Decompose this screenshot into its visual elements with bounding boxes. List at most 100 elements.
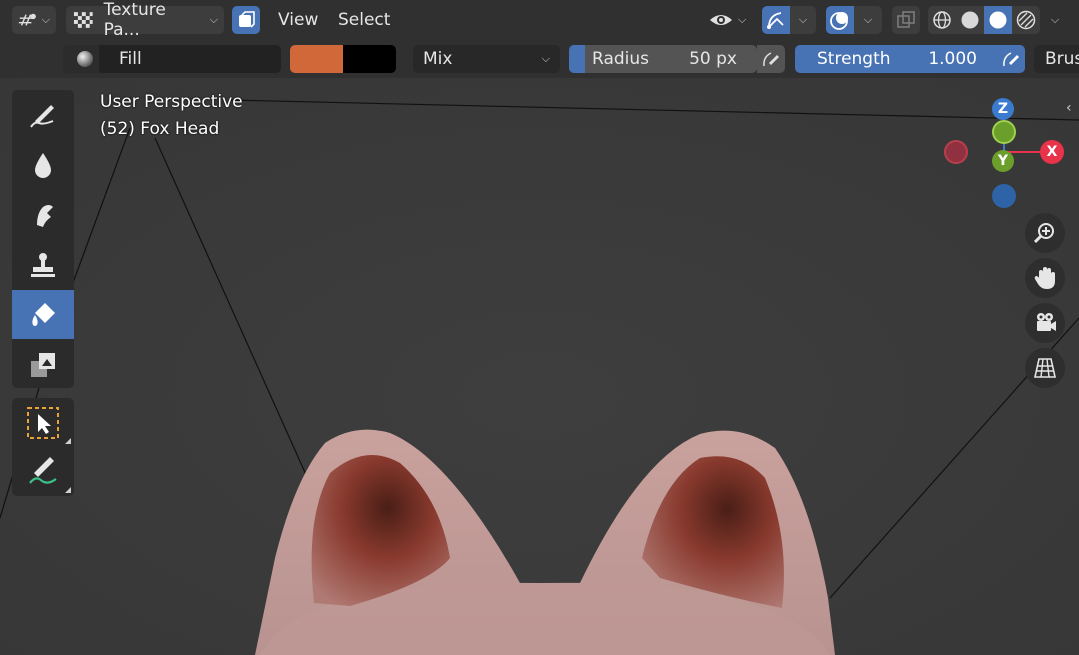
select-box-icon [27,406,59,439]
perspective-label: User Perspective [100,92,243,112]
soften-icon [35,152,51,178]
fill-bucket-icon [32,302,55,326]
brush-settings-dropdown[interactable]: Brus [1034,45,1079,73]
pan-button[interactable] [1025,258,1065,298]
gizmo-icon [767,12,784,29]
solid-sphere-icon [961,11,979,29]
strength-slider[interactable]: Strength 1.000 [795,45,997,73]
rendered-sphere-icon [1016,10,1036,30]
z-axis-ball[interactable]: Z [992,98,1014,120]
draw-tool[interactable] [12,90,74,139]
brush-selector[interactable]: Fill [63,45,281,73]
chevron-down-icon: ⌵ [1050,13,1060,26]
chevron-down-icon: ⌵ [41,13,50,26]
brush-settings-label: Brus [1045,49,1079,69]
clone-tool[interactable] [12,240,74,289]
chevron-down-icon: ⌵ [798,13,808,26]
pen-pressure-icon [763,52,779,67]
paint-tools-group [12,90,74,388]
shading-mode-group [928,6,1040,34]
negative-y-axis-ball[interactable] [992,120,1016,144]
mode-label: Texture Pa... [103,0,166,40]
chevron-down-icon: ⌵ [209,13,218,26]
material-sphere-icon [989,11,1007,29]
soften-tool[interactable] [12,140,74,189]
visibility-dropdown[interactable]: ⌵ [708,6,752,34]
mask-tool[interactable] [12,340,74,389]
expand-corner-icon [65,487,71,493]
secondary-color-swatch[interactable] [343,45,396,73]
navigation-gizmo[interactable]: Z Y X [940,94,1070,214]
viewport-header: ⌵ Texture Pa... ⌵ View Select ⌵ ⌵ ⌵ ⌵ [0,0,1079,40]
smear-icon [37,204,53,227]
camera-icon [1037,313,1056,331]
xray-toggle[interactable] [892,6,920,34]
solid-shading-button[interactable] [956,6,984,34]
select-box-tool[interactable] [12,398,74,447]
x-axis-ball[interactable]: X [1040,140,1064,164]
radius-value: 50 px [689,49,737,69]
blend-mode-dropdown[interactable]: Mix ⌵ [413,45,560,73]
expand-corner-icon [65,438,71,444]
shading-dropdown[interactable]: ⌵ [1042,6,1068,34]
cube-icon [239,11,255,28]
overlay-toggle[interactable] [826,6,854,34]
wireframe-shading-button[interactable] [928,6,956,34]
rendered-shading-button[interactable] [1012,6,1040,34]
xray-icon [897,11,915,28]
viewport-editor-icon [18,13,36,26]
hand-icon [1034,267,1055,289]
chevron-down-icon: ⌵ [863,13,873,26]
chevron-down-icon: ⌵ [541,52,550,65]
fill-tool[interactable] [12,290,74,339]
zoom-icon [1033,223,1054,244]
strength-pressure-toggle[interactable] [997,45,1025,73]
clone-stamp-icon [31,252,55,277]
perspective-toggle-button[interactable] [1025,348,1065,388]
smear-tool[interactable] [12,190,74,239]
strength-value: 1.000 [928,49,977,69]
radius-slider[interactable]: Radius 50 px [569,45,757,73]
radius-slider-fill [569,45,585,73]
camera-view-button[interactable] [1025,303,1065,343]
object-name-label: (52) Fox Head [100,119,220,139]
annotate-tool[interactable] [12,447,74,496]
z-axis-label: Z [997,101,1009,117]
gizmo-toggle[interactable] [762,6,790,34]
x-axis-label: X [1046,144,1058,160]
y-axis-ball[interactable]: Y [992,150,1014,172]
eye-icon [710,15,732,25]
negative-x-axis-ball[interactable] [944,140,968,164]
blend-mode-value: Mix [423,49,453,69]
grid-perspective-icon [1034,358,1056,378]
gizmo-dropdown[interactable]: ⌵ [790,6,816,34]
pen-pressure-icon [1003,52,1019,67]
y-axis-label: Y [997,153,1009,169]
radius-pressure-toggle[interactable] [757,45,785,73]
draw-brush-icon [30,104,54,128]
material-preview-button[interactable] [984,6,1012,34]
overlay-dropdown[interactable]: ⌵ [854,6,882,34]
primary-color-swatch[interactable] [290,45,343,73]
checker-texture-icon [73,12,93,28]
mode-selector[interactable]: Texture Pa... ⌵ [66,0,224,40]
3d-viewport[interactable]: User Perspective (52) Fox Head ‹ Z Y X [0,78,1079,655]
select-annotate-group [12,398,74,496]
editor-type-button[interactable]: ⌵ [12,6,56,34]
annotate-icon [29,456,57,484]
negative-z-axis-ball[interactable] [992,184,1016,208]
wireframe-icon [933,11,951,29]
radius-label: Radius [592,49,650,69]
tool-settings-bar: Fill Mix ⌵ Radius 50 px Strength 1.000 B… [0,40,1079,78]
chevron-down-icon: ⌵ [738,13,747,26]
strength-label: Strength [817,49,891,69]
menu-select[interactable]: Select [338,10,390,30]
brush-sphere-icon [63,45,99,73]
object-mode-toggle[interactable] [232,6,260,34]
overlay-icon [830,12,848,30]
viewport-scene [0,78,1079,655]
menu-view[interactable]: View [278,10,318,30]
zoom-button[interactable] [1025,213,1065,253]
mask-icon [31,352,55,377]
brush-name: Fill [119,49,142,69]
